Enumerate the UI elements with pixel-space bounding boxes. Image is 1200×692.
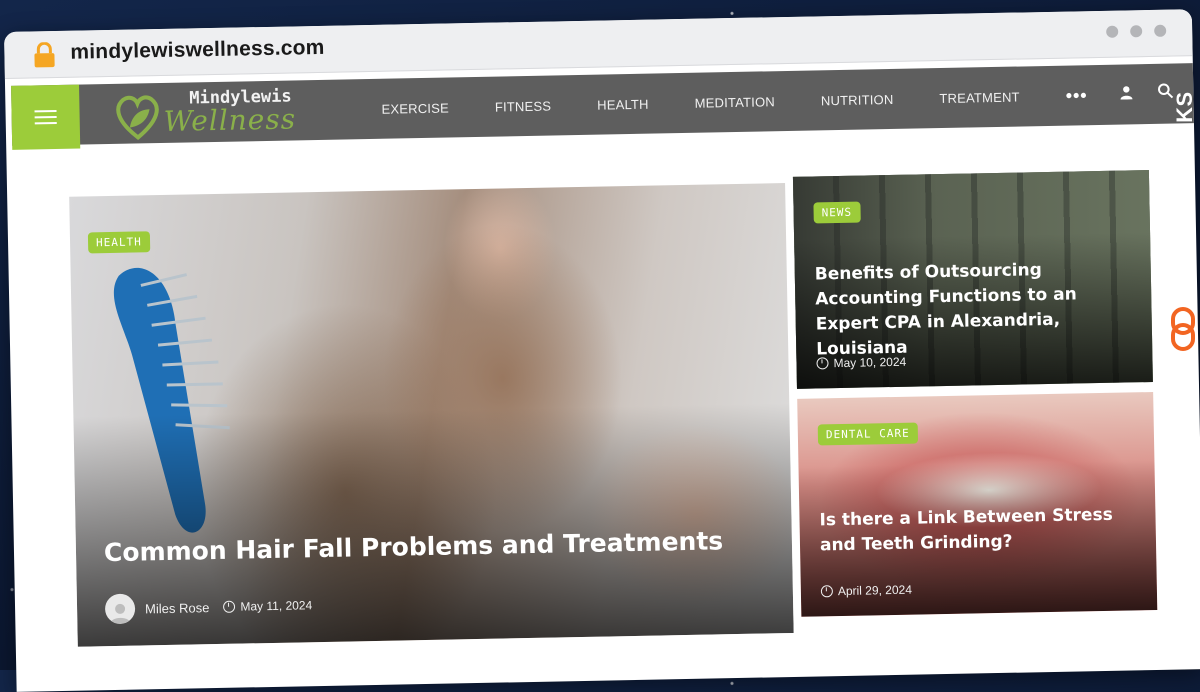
user-icon[interactable] bbox=[1119, 85, 1133, 100]
clock-icon bbox=[223, 600, 236, 613]
window-dot[interactable] bbox=[1154, 24, 1167, 37]
browser-window: mindylewiswellness.com Mindylewis Wellne… bbox=[4, 9, 1200, 692]
avatar[interactable] bbox=[104, 593, 136, 625]
side-post-card[interactable]: NEWS Benefits of Outsourcing Accounting … bbox=[792, 170, 1153, 389]
post-meta: May 10, 2024 bbox=[816, 355, 906, 371]
category-tag[interactable]: NEWS bbox=[813, 201, 861, 224]
side-post-title[interactable]: Benefits of Outsourcing Accounting Funct… bbox=[815, 256, 1137, 362]
site-logo[interactable]: Mindylewis Wellness bbox=[109, 82, 320, 142]
featured-post-title[interactable]: Common Hair Fall Problems and Treatments bbox=[104, 526, 724, 567]
post-meta: Miles Rose May 11, 2024 bbox=[104, 590, 313, 625]
side-post-card[interactable]: DENTAL CARE Is there a Link Between Stre… bbox=[797, 392, 1158, 617]
window-controls bbox=[1106, 24, 1167, 38]
user-silhouette-icon bbox=[110, 603, 131, 625]
clock-icon bbox=[820, 585, 834, 598]
clock-icon bbox=[816, 357, 829, 370]
heart-leaf-icon bbox=[116, 95, 159, 141]
more-menu-button[interactable]: ••• bbox=[1065, 85, 1087, 106]
watermark-text: GUESTPOSTLINKS bbox=[1172, 91, 1197, 300]
window-dot[interactable] bbox=[1106, 25, 1119, 38]
chain-link-icon bbox=[1171, 307, 1195, 351]
menu-item-fitness[interactable]: FITNESS bbox=[495, 98, 552, 114]
window-dot[interactable] bbox=[1130, 25, 1143, 38]
address-bar[interactable]: mindylewiswellness.com bbox=[70, 36, 325, 65]
menu-item-health[interactable]: HEALTH bbox=[597, 96, 649, 112]
featured-post[interactable]: HEALTH Common Hair Fall Problems and Tre… bbox=[69, 183, 794, 647]
side-post-title[interactable]: Is there a Link Between Stress and Teeth… bbox=[819, 502, 1140, 558]
post-meta: April 29, 2024 bbox=[820, 582, 913, 599]
category-tag[interactable]: DENTAL CARE bbox=[817, 422, 918, 446]
menu-item-treatment[interactable]: TREATMENT bbox=[939, 89, 1020, 106]
menu-item-meditation[interactable]: MEDITATION bbox=[695, 94, 776, 111]
post-author[interactable]: Miles Rose bbox=[145, 600, 210, 616]
main-menu: EXERCISE FITNESS HEALTH MEDITATION NUTRI… bbox=[381, 65, 1088, 139]
category-tag[interactable]: HEALTH bbox=[87, 231, 151, 254]
lock-icon bbox=[34, 41, 55, 68]
logo-text-bottom: Wellness bbox=[163, 102, 297, 138]
post-date: May 10, 2024 bbox=[833, 354, 907, 371]
site-header: Mindylewis Wellness EXERCISE FITNESS HEA… bbox=[11, 63, 1194, 150]
menu-item-nutrition[interactable]: NUTRITION bbox=[821, 91, 894, 107]
post-date: May 11, 2024 bbox=[240, 598, 313, 614]
menu-toggle-button[interactable] bbox=[11, 84, 81, 150]
hairbrush-image bbox=[114, 267, 230, 533]
post-date: April 29, 2024 bbox=[837, 582, 913, 599]
hamburger-icon bbox=[34, 110, 57, 125]
menu-item-exercise[interactable]: EXERCISE bbox=[381, 100, 449, 116]
